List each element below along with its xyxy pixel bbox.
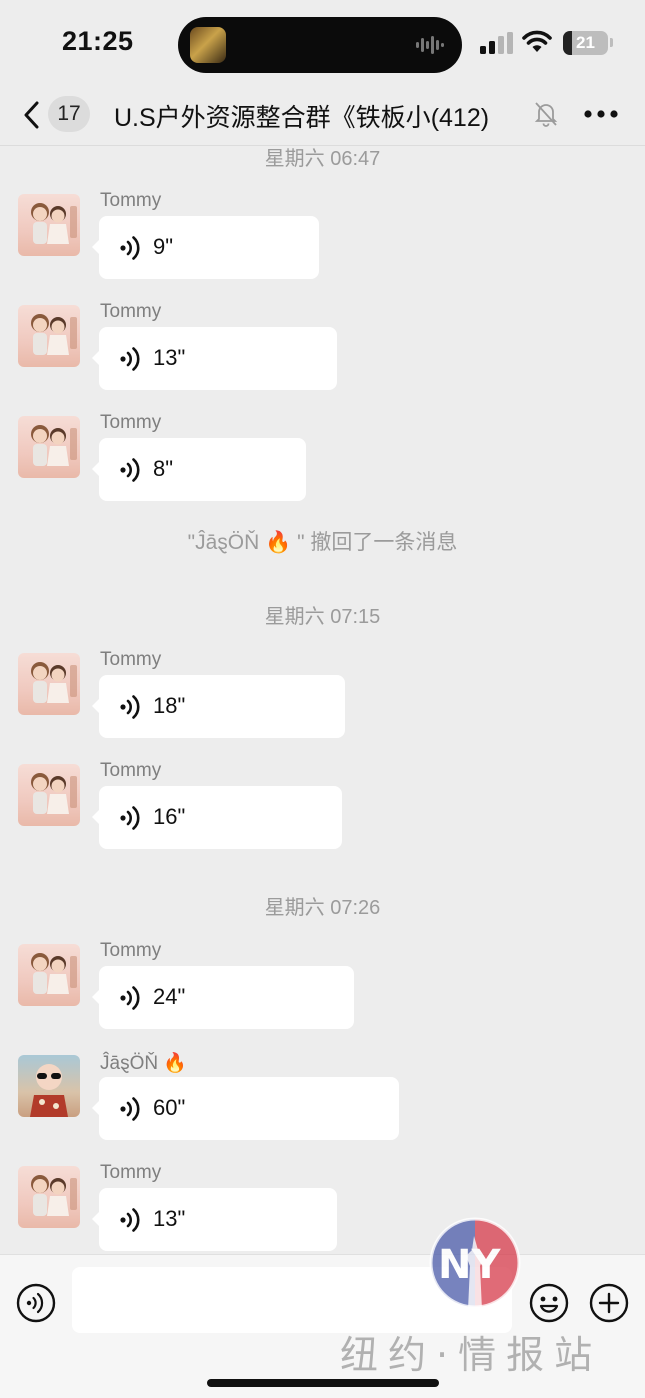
avatar-illustration [31,662,77,703]
voice-duration: 13" [153,1206,186,1231]
voice-message-bubble[interactable]: 13" [92,1188,337,1251]
chat-header: 17 U.S户外资源整合群《铁板小(412) [0,88,645,146]
voice-message: Tommy 13" [0,1118,645,1251]
voice-wave-icon [120,458,140,482]
avatar-illustration [31,314,77,355]
unread-count-badge[interactable]: 17 [48,96,90,132]
dynamic-island[interactable] [178,17,462,73]
voice-message-bubble[interactable]: 8" [92,438,306,501]
sender-name: Tommy [100,649,162,670]
group-name: U.S户外资源整合群《铁板小 [114,104,431,132]
avatar-illustration [31,1175,77,1216]
home-indicator[interactable] [207,1379,439,1387]
voice-wave-icon [120,1208,140,1232]
watermark-logo: NY [429,1217,521,1309]
avatar[interactable] [18,1055,80,1117]
status-bar: 21:25 21 [0,0,645,88]
voice-duration: 16" [153,804,186,829]
emoji-icon[interactable] [529,1283,569,1323]
avatar-illustration [31,953,77,994]
watermark-text: 纽约·情报站 [340,1333,603,1377]
ellipsis-icon[interactable] [584,108,618,120]
voice-wave-icon [120,806,140,830]
sender-name: Tommy [100,301,162,322]
chat-title[interactable]: U.S户外资源整合群《铁板小(412) [114,98,489,134]
plus-circle-icon[interactable] [589,1283,629,1323]
avatar[interactable] [18,944,80,1006]
battery-level: 21 [576,33,595,52]
sender-name: Tommy [100,412,162,433]
avatar[interactable] [18,305,80,367]
avatar-illustration [30,1064,68,1117]
avatar[interactable] [18,653,80,715]
battery-indicator: 21 [563,31,608,55]
sender-name: Tommy [100,940,162,961]
audio-waveform-icon [416,36,444,54]
avatar[interactable] [18,416,80,478]
avatar-illustration [31,203,77,244]
sender-name: ĴāȿÖŇ 🔥 [100,1053,188,1074]
voice-mode-icon[interactable] [16,1283,56,1323]
voice-message: Tommy 18" [0,605,645,738]
chevron-left-icon[interactable] [18,98,48,132]
avatar[interactable] [18,1166,80,1228]
cellular-signal-icon [480,32,513,54]
voice-message-bubble[interactable]: 16" [92,786,342,849]
sender-name: Tommy [100,190,162,211]
battery-cap [610,38,613,47]
member-count: (412) [430,104,490,132]
voice-message: Tommy 24" [0,896,645,1029]
sender-name: Tommy [100,1162,162,1183]
voice-message: Tommy 16" [0,716,645,849]
voice-message: Tommy 9" [0,146,645,279]
recall-notice: "ĴāȿÖŇ 🔥 " 撤回了一条消息 [187,531,458,554]
sender-name: Tommy [100,760,162,781]
now-playing-artwork [190,27,226,63]
message-list[interactable]: 星期六 06:47 Tommy 9" Tommy 13" Tommy 8" "Ĵ… [0,146,645,1254]
voice-message: Tommy 13" [0,257,645,390]
voice-message: Tommy 8" [0,368,645,501]
voice-message: ĴāȿÖŇ 🔥 60" [0,1007,645,1140]
watermark-logo-text: NY [438,1242,501,1288]
avatar[interactable] [18,194,80,256]
voice-duration: 8" [153,456,174,481]
bell-slash-icon [534,102,558,127]
status-time: 21:25 [62,26,134,56]
wifi-icon [522,30,552,52]
avatar-illustration [31,425,77,466]
avatar[interactable] [18,764,80,826]
avatar-illustration [31,773,77,814]
